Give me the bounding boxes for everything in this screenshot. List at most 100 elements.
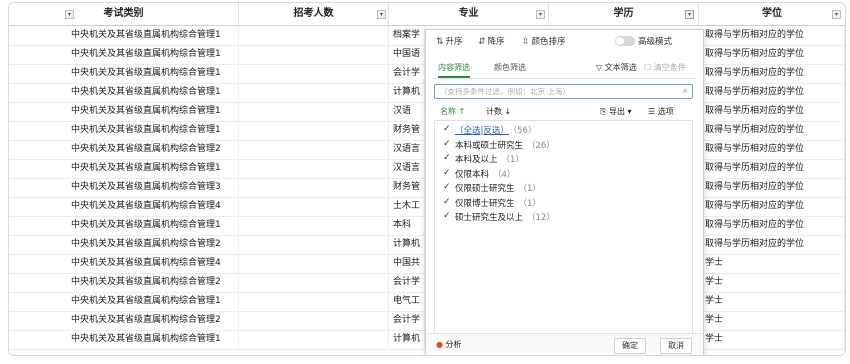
category-cell[interactable]: 中央机关及其省级直属机构综合管理1 <box>9 216 239 235</box>
headcount-cell[interactable] <box>239 26 389 45</box>
category-cell[interactable]: 中央机关及其省级直属机构综合管理3 <box>9 178 239 197</box>
sort-ascending-button[interactable]: ⇅ 升序 <box>436 35 463 49</box>
column-header-category[interactable]: 考试类别 <box>9 3 239 25</box>
category-cell[interactable]: 中央机关及其省级直属机构综合管理2 <box>9 273 239 292</box>
category-cell[interactable]: 中央机关及其省级直属机构综合管理2 <box>9 235 239 254</box>
filter-dropdown-icon[interactable]: ▾ <box>536 10 545 19</box>
headcount-cell[interactable] <box>239 254 389 273</box>
degree-cell[interactable]: 取得与学历相对应的学位 <box>699 197 845 216</box>
headcount-cell[interactable] <box>239 140 389 159</box>
tab-content-filter[interactable]: 内容筛选 <box>438 60 470 78</box>
degree-cell[interactable]: 学士 <box>699 292 845 311</box>
headcount-cell[interactable] <box>239 178 389 197</box>
checkbox-checked-icon[interactable] <box>443 210 451 223</box>
ok-button[interactable]: 确定 <box>614 338 646 354</box>
category-cell[interactable]: 中央机关及其省级直属机构综合管理1 <box>9 26 239 45</box>
headcount-cell[interactable] <box>239 102 389 121</box>
major-cell[interactable]: 会计学 <box>389 273 425 292</box>
major-cell[interactable]: 中国共 <box>389 254 425 273</box>
degree-cell[interactable]: 取得与学历相对应的学位 <box>699 45 845 64</box>
headcount-cell[interactable] <box>239 121 389 140</box>
major-cell[interactable]: 财务管 <box>389 178 425 197</box>
category-cell[interactable]: 中央机关及其省级直属机构综合管理2 <box>9 140 239 159</box>
degree-cell[interactable]: 取得与学历相对应的学位 <box>699 159 845 178</box>
major-cell[interactable]: 汉语言 <box>389 140 425 159</box>
degree-cell[interactable]: 取得与学历相对应的学位 <box>699 102 845 121</box>
major-cell[interactable]: 计算机 <box>389 83 425 102</box>
major-cell[interactable]: 中国语 <box>389 45 425 64</box>
search-input[interactable]: （支持多条件过滤，例如：北京 上海） ⌕ <box>434 84 693 99</box>
major-cell[interactable]: 会计学 <box>389 311 425 330</box>
category-cell[interactable]: 中央机关及其省级直属机构综合管理1 <box>9 121 239 140</box>
headcount-cell[interactable] <box>239 83 389 102</box>
category-cell[interactable]: 中央机关及其省级直属机构综合管理4 <box>9 197 239 216</box>
degree-cell[interactable]: 取得与学历相对应的学位 <box>699 26 845 45</box>
cancel-button[interactable]: 取消 <box>660 338 692 354</box>
sort-by-name[interactable]: 名称 ↑ <box>440 106 465 117</box>
major-cell[interactable]: 汉语 <box>389 102 425 121</box>
checkbox-checked-icon[interactable] <box>443 152 451 165</box>
filter-option[interactable]: 仅限博士研究生（1） <box>443 196 541 211</box>
major-cell[interactable]: 土木工 <box>389 197 425 216</box>
major-cell[interactable]: 本科 <box>389 216 425 235</box>
filter-option[interactable]: 仅限本科（4） <box>443 167 515 182</box>
major-cell[interactable]: 计算机 <box>389 235 425 254</box>
sort-by-color-button[interactable]: ⇳ 颜色排序 <box>522 35 566 49</box>
filter-dropdown-icon[interactable]: ▾ <box>832 10 841 19</box>
analyze-button[interactable]: ● 分析 <box>436 339 462 350</box>
text-filter-button[interactable]: ▽ 文本筛选 <box>596 60 637 76</box>
column-header-degree[interactable]: 学位 <box>699 3 845 25</box>
filter-option[interactable]: 本科及以上（1） <box>443 152 524 167</box>
degree-cell[interactable]: 取得与学历相对应的学位 <box>699 64 845 83</box>
degree-cell[interactable]: 学士 <box>699 254 845 273</box>
category-cell[interactable]: 中央机关及其省级直属机构综合管理1 <box>9 83 239 102</box>
category-cell[interactable]: 中央机关及其省级直属机构综合管理1 <box>9 45 239 64</box>
degree-cell[interactable]: 取得与学历相对应的学位 <box>699 178 845 197</box>
search-icon[interactable]: ⌕ <box>683 85 688 98</box>
headcount-cell[interactable] <box>239 311 389 330</box>
category-cell[interactable]: 中央机关及其省级直属机构综合管理2 <box>9 311 239 330</box>
headcount-cell[interactable] <box>239 159 389 178</box>
filter-dropdown-icon[interactable]: ▾ <box>377 10 386 19</box>
major-cell[interactable]: 档案学 <box>389 26 425 45</box>
advanced-mode-toggle[interactable] <box>615 36 635 46</box>
degree-cell[interactable]: 取得与学历相对应的学位 <box>699 121 845 140</box>
category-cell[interactable]: 中央机关及其省级直属机构综合管理1 <box>9 102 239 121</box>
headcount-cell[interactable] <box>239 216 389 235</box>
category-cell[interactable]: 中央机关及其省级直属机构综合管理1 <box>9 64 239 83</box>
degree-cell[interactable]: 取得与学历相对应的学位 <box>699 235 845 254</box>
checkbox-checked-icon[interactable] <box>443 138 451 151</box>
headcount-cell[interactable] <box>239 235 389 254</box>
tab-color-filter[interactable]: 颜色筛选 <box>494 60 526 76</box>
sort-by-count[interactable]: 计数 ↓ <box>486 106 511 117</box>
filter-option[interactable]: （全选|反选）（56） <box>443 123 536 138</box>
checkbox-checked-icon[interactable] <box>443 181 451 194</box>
sort-descending-button[interactable]: ⇵ 降序 <box>478 35 505 49</box>
major-cell[interactable]: 计算机 <box>389 330 425 349</box>
clear-condition-button[interactable]: ☐ 清空条件 <box>644 60 686 76</box>
filter-option[interactable]: 仅限硕士研究生（1） <box>443 181 541 196</box>
degree-cell[interactable]: 学士 <box>699 311 845 330</box>
category-cell[interactable]: 中央机关及其省级直属机构综合管理1 <box>9 159 239 178</box>
checkbox-checked-icon[interactable] <box>443 123 451 136</box>
category-cell[interactable]: 中央机关及其省级直属机构综合管理1 <box>9 292 239 311</box>
major-cell[interactable]: 电气工 <box>389 292 425 311</box>
column-header-headcount[interactable]: 招考人数 <box>239 3 389 25</box>
degree-cell[interactable]: 取得与学历相对应的学位 <box>699 83 845 102</box>
column-header-major[interactable]: 专业 <box>389 3 549 25</box>
major-cell[interactable]: 汉语言 <box>389 159 425 178</box>
degree-cell[interactable]: 取得与学历相对应的学位 <box>699 140 845 159</box>
export-button[interactable]: ⎘ 导出 ▾ <box>600 106 632 117</box>
filter-active-icon[interactable]: ▾ <box>685 10 694 19</box>
category-cell[interactable]: 中央机关及其省级直属机构综合管理4 <box>9 254 239 273</box>
major-cell[interactable]: 会计学 <box>389 64 425 83</box>
filter-dropdown-icon[interactable]: ▾ <box>65 10 74 19</box>
headcount-cell[interactable] <box>239 197 389 216</box>
options-button[interactable]: ☰ 选项 <box>648 106 674 117</box>
column-header-education[interactable]: 学历 <box>549 3 699 25</box>
major-cell[interactable]: 财务管 <box>389 121 425 140</box>
checkbox-checked-icon[interactable] <box>443 196 451 209</box>
filter-option[interactable]: 本科或硕士研究生（26） <box>443 138 555 153</box>
degree-cell[interactable]: 学士 <box>699 330 845 349</box>
filter-option[interactable]: 硕士研究生及以上（12） <box>443 210 555 225</box>
